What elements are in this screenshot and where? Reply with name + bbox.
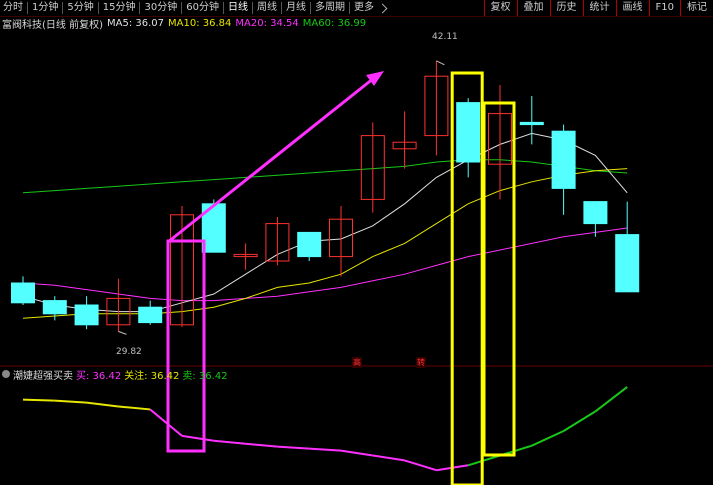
indicator-name: 潮婕超强买卖 (13, 370, 73, 382)
indicator-segment (594, 386, 628, 413)
indicator-segment (467, 454, 501, 467)
highlight-box-magenta (166, 239, 206, 453)
low-pointer (118, 330, 127, 335)
indicator-segment (531, 430, 565, 447)
ma60-line (22, 159, 628, 194)
candle-body (615, 234, 640, 293)
signal-marker-1[interactable]: 高 (352, 357, 362, 368)
indicator-segment (213, 439, 246, 445)
watch-label: 关注: 36.42 (124, 370, 180, 382)
buy-label: 买: 36.42 (76, 370, 122, 382)
ma-legend: 富阀科技(日线 前复权) MA5: 36.07 MA10: 36.84 MA20… (2, 17, 370, 31)
ma60-label: MA60: 36.99 (302, 17, 367, 29)
indicator-segment (22, 398, 55, 402)
candle-body (74, 304, 99, 326)
indicator-segment (309, 447, 342, 452)
high-price-label: 42.11 (432, 32, 458, 42)
signal-marker-2[interactable]: 转 (416, 357, 426, 368)
indicator-segment (245, 442, 278, 448)
candle-body (11, 282, 35, 304)
kline-chart[interactable] (0, 0, 713, 485)
candle-body (138, 306, 163, 324)
ma20-line (22, 227, 628, 302)
sell-label: 卖: 36.42 (182, 370, 228, 382)
candle-body (551, 130, 576, 189)
indicator-segment (54, 399, 87, 404)
ma20-label: MA20: 34.54 (235, 17, 299, 29)
indicator-legend: 潮婕超强买卖 买: 36.42 关注: 36.42 卖: 36.42 (2, 368, 231, 382)
indicator-segment (118, 405, 151, 411)
low-price-label: 29.82 (116, 347, 142, 357)
indicator-settings-icon[interactable] (2, 370, 10, 378)
ma5-line (22, 132, 628, 313)
candle-body (583, 201, 608, 225)
trend-arrow-shaft (167, 76, 375, 244)
high-pointer (436, 60, 445, 66)
indicator-segment (372, 454, 405, 462)
indicator-segment (340, 449, 373, 457)
indicator-segment (86, 401, 119, 408)
ma10-line (22, 168, 628, 319)
candle-body (297, 231, 322, 258)
candle-body (456, 102, 481, 163)
indicator-segment (149, 408, 183, 437)
ma5-label: MA5: 36.07 (106, 17, 164, 29)
candle-body (519, 121, 544, 126)
indicator-segment (404, 459, 437, 472)
indicator-segment (563, 410, 596, 432)
indicator-segment (181, 434, 214, 442)
candle-body (42, 300, 67, 315)
indicator-segment (277, 445, 310, 450)
ma10-label: MA10: 36.84 (168, 17, 232, 29)
stock-title: 富阀科技(日线 前复权) (2, 19, 103, 31)
